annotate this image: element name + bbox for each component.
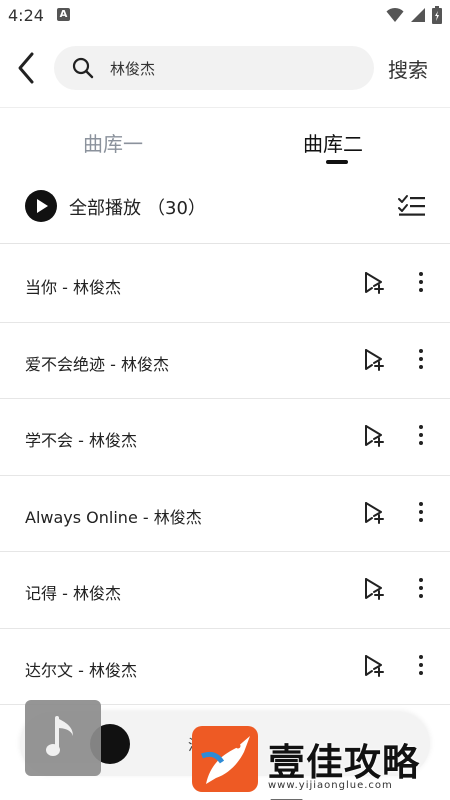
search-button[interactable]: 搜索 [388, 54, 428, 83]
song-row[interactable]: 学不会 - 林俊杰 [0, 399, 450, 476]
song-title: 记得 - 林俊杰 [25, 584, 121, 603]
signal-icon [411, 8, 425, 22]
song-title: Always Online - 林俊杰 [25, 507, 202, 527]
system-icons [386, 6, 442, 24]
play-all-label[interactable]: 全部播放 [69, 194, 141, 220]
bird-logo-icon [201, 736, 250, 784]
watermark-logo [192, 726, 258, 792]
add-to-playlist-icon[interactable] [362, 271, 386, 295]
library-tabs: 曲库一 曲库二 [0, 110, 450, 170]
status-bar: 4:24 A [0, 0, 450, 32]
back-button[interactable] [12, 50, 42, 86]
add-to-playlist-icon[interactable] [362, 654, 386, 678]
multi-select-icon[interactable] [397, 194, 427, 218]
song-title: 爱不会绝迹 - 林俊杰 [25, 354, 169, 374]
song-title: 达尔文 - 林俊杰 [25, 660, 137, 680]
more-options-icon[interactable] [416, 578, 426, 602]
battery-icon [432, 6, 442, 24]
tab-library-2[interactable]: 曲库二 [303, 128, 363, 157]
status-time: 4:24 [8, 6, 44, 25]
add-to-playlist-icon[interactable] [362, 501, 386, 525]
more-options-icon[interactable] [416, 348, 426, 373]
song-row[interactable]: 爱不会绝迹 - 林俊杰 [0, 323, 450, 399]
more-options-icon[interactable] [416, 425, 426, 449]
active-tab-indicator [326, 160, 348, 164]
search-input[interactable]: 林俊杰 [54, 46, 374, 90]
search-query: 林俊杰 [110, 60, 156, 78]
play-all-button[interactable] [25, 190, 57, 222]
add-to-playlist-icon[interactable] [362, 577, 386, 601]
add-to-playlist-icon[interactable] [362, 424, 386, 448]
play-all-row: 全部播放 （30） [0, 172, 450, 244]
music-note-icon [46, 716, 73, 756]
wifi-icon [386, 7, 404, 22]
add-to-playlist-icon[interactable] [362, 348, 386, 372]
more-options-icon[interactable] [416, 272, 426, 296]
back-arrow-icon [18, 52, 34, 84]
song-row[interactable]: Always Online - 林俊杰 [0, 476, 450, 552]
song-row[interactable]: 达尔文 - 林俊杰 [0, 629, 450, 705]
search-header: 林俊杰 搜索 [0, 32, 450, 108]
more-options-icon[interactable] [416, 501, 426, 526]
song-title: 当你 - 林俊杰 [25, 278, 121, 297]
album-art[interactable] [25, 700, 101, 776]
more-options-icon[interactable] [416, 654, 426, 679]
watermark-url: www.yijiaonglue.com [268, 780, 393, 791]
song-row[interactable]: 当你 - 林俊杰 [0, 246, 450, 323]
search-icon [72, 57, 94, 79]
notification-icon: A [57, 8, 70, 21]
song-list: 当你 - 林俊杰 爱不会绝迹 - 林俊杰 学不会 - 林俊杰 Always On… [0, 246, 450, 705]
song-count: （30） [147, 198, 206, 219]
song-title: 学不会 - 林俊杰 [25, 431, 137, 450]
tab-library-1[interactable]: 曲库一 [83, 128, 143, 157]
song-row[interactable]: 记得 - 林俊杰 [0, 552, 450, 629]
